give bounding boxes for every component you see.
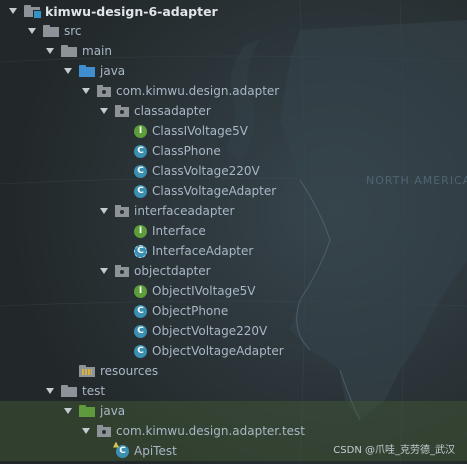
tree-node-label: objectdapter xyxy=(134,264,211,278)
tree-node-label: Interface xyxy=(152,224,206,238)
class-icon: C xyxy=(134,144,147,158)
tree-node-objectdapter[interactable]: objectdapter xyxy=(0,261,467,281)
chevron-down-icon[interactable] xyxy=(63,66,73,76)
class-icon: C xyxy=(134,304,147,318)
folder-icon xyxy=(61,45,77,57)
tree-node-class[interactable]: I ClassIVoltage5V xyxy=(0,121,467,141)
tree-node-label: ApiTest xyxy=(134,444,177,458)
tree-node-class[interactable]: C ObjectVoltageAdapter xyxy=(0,341,467,361)
tree-node-package-test[interactable]: com.kimwu.design.adapter.test xyxy=(0,421,467,441)
package-icon xyxy=(115,105,129,117)
class-icon: C xyxy=(134,324,147,338)
tree-node-class[interactable]: C ObjectPhone xyxy=(0,301,467,321)
chevron-down-icon[interactable] xyxy=(81,426,91,436)
chevron-down-icon[interactable] xyxy=(8,6,18,16)
folder-icon xyxy=(43,25,59,37)
tree-node-src[interactable]: src xyxy=(0,21,467,41)
tree-node-package-main[interactable]: com.kimwu.design.adapter xyxy=(0,81,467,101)
abstract-class-icon: C xyxy=(134,244,147,258)
source-folder-icon xyxy=(79,65,95,77)
chevron-down-icon[interactable] xyxy=(45,386,55,396)
tree-node-classadapter[interactable]: classadapter xyxy=(0,101,467,121)
tree-node-label: InterfaceAdapter xyxy=(152,244,254,258)
interface-icon: I xyxy=(134,284,147,298)
tree-node-class[interactable]: C ClassVoltageAdapter xyxy=(0,181,467,201)
tree-node-java-test[interactable]: java xyxy=(0,401,467,421)
tree-node-label: resources xyxy=(100,364,159,378)
folder-icon xyxy=(61,385,77,397)
chevron-down-icon[interactable] xyxy=(63,406,73,416)
tree-node-class[interactable]: C ClassPhone xyxy=(0,141,467,161)
tree-node-label: test xyxy=(82,384,106,398)
chevron-down-icon[interactable] xyxy=(45,46,55,56)
tree-node-resources[interactable]: resources xyxy=(0,361,467,381)
tree-node-label: ClassVoltage220V xyxy=(152,164,260,178)
class-icon: C xyxy=(134,344,147,358)
test-class-icon: C xyxy=(113,441,129,458)
chevron-down-icon[interactable] xyxy=(99,206,109,216)
tree-node-class[interactable]: C ClassVoltage220V xyxy=(0,161,467,181)
tree-node-class[interactable]: I Interface xyxy=(0,221,467,241)
tree-node-class[interactable]: C InterfaceAdapter xyxy=(0,241,467,261)
tree-node-main[interactable]: main xyxy=(0,41,467,61)
tree-node-label: ClassIVoltage5V xyxy=(152,124,248,138)
tree-node-label: main xyxy=(82,44,112,58)
tree-node-label: ClassVoltageAdapter xyxy=(152,184,277,198)
interface-icon: I xyxy=(134,224,147,238)
package-icon xyxy=(115,265,129,277)
tree-node-label: src xyxy=(64,24,82,38)
package-icon xyxy=(115,205,129,217)
test-source-folder-icon xyxy=(79,405,95,417)
chevron-down-icon[interactable] xyxy=(81,86,91,96)
module-folder-icon xyxy=(24,5,42,19)
interface-icon: I xyxy=(134,124,147,138)
package-icon xyxy=(97,425,111,437)
tree-node-label: com.kimwu.design.adapter.test xyxy=(116,424,305,438)
tree-node-label: ClassPhone xyxy=(152,144,221,158)
class-icon: C xyxy=(134,184,147,198)
tree-node-java-main[interactable]: java xyxy=(0,61,467,81)
tree-node-label: java xyxy=(100,64,126,78)
resources-folder-icon xyxy=(79,365,95,377)
package-icon xyxy=(97,85,111,97)
tree-node-label: ObjectVoltage220V xyxy=(152,324,268,338)
tree-node-label: ObjectIVoltage5V xyxy=(152,284,256,298)
class-icon: C xyxy=(134,164,147,178)
tree-node-label: classadapter xyxy=(134,104,211,118)
tree-node-label: kimwu-design-6-adapter xyxy=(45,3,218,19)
tree-node-label: ObjectPhone xyxy=(152,304,229,318)
tree-node-label: java xyxy=(100,404,126,418)
tree-node-project-root[interactable]: kimwu-design-6-adapter xyxy=(0,1,467,21)
tree-node-label: ObjectVoltageAdapter xyxy=(152,344,284,358)
tree-node-interfaceadapter[interactable]: interfaceadapter xyxy=(0,201,467,221)
tree-node-class[interactable]: C ObjectVoltage220V xyxy=(0,321,467,341)
chevron-down-icon[interactable] xyxy=(99,106,109,116)
chevron-down-icon[interactable] xyxy=(27,26,37,36)
chevron-down-icon[interactable] xyxy=(99,266,109,276)
tree-node-class[interactable]: I ObjectIVoltage5V xyxy=(0,281,467,301)
tree-node-test[interactable]: test xyxy=(0,381,467,401)
tree-node-label: com.kimwu.design.adapter xyxy=(116,84,280,98)
tree-node-label: interfaceadapter xyxy=(134,204,235,218)
watermark: CSDN @爪哇_克劳德_武汉 xyxy=(333,445,455,456)
